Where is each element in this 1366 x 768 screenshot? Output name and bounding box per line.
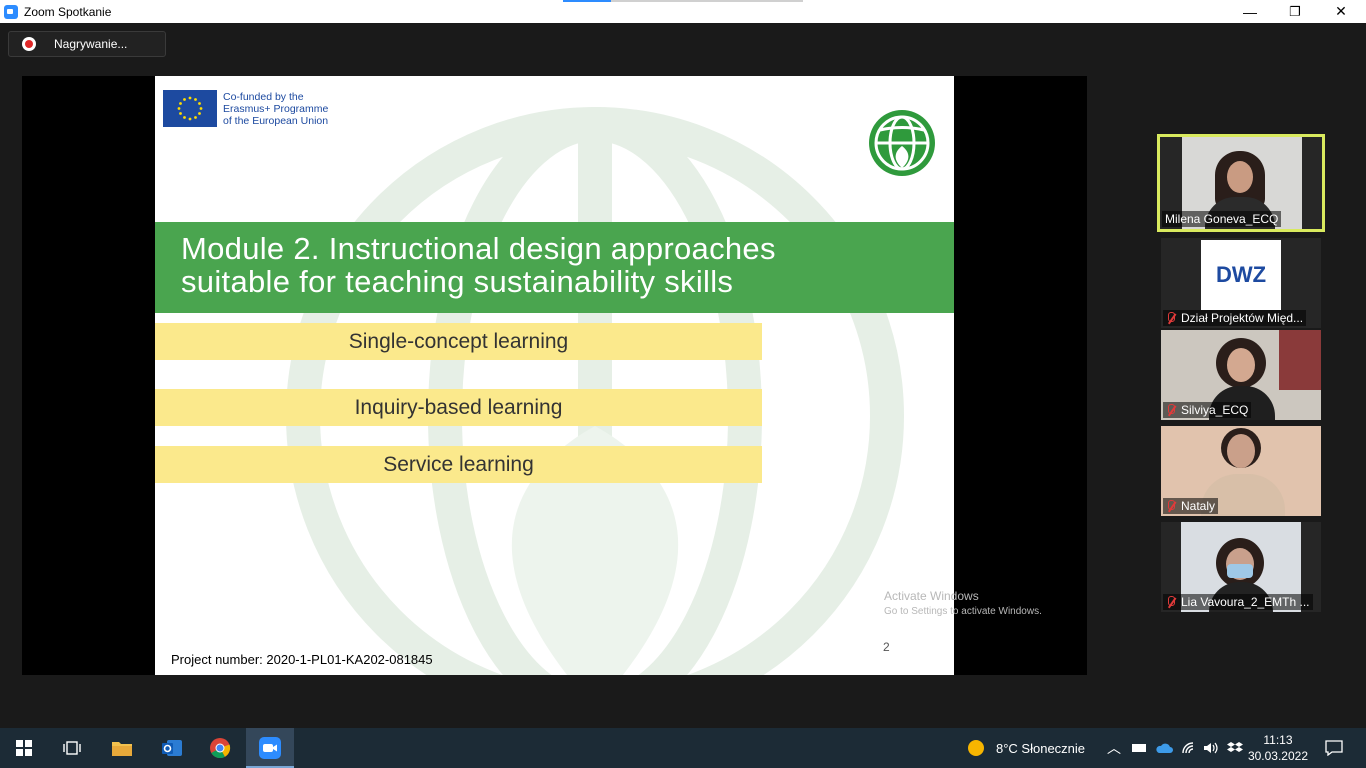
zoom-app-icon bbox=[4, 4, 18, 19]
windows-logo-icon bbox=[16, 740, 32, 756]
mic-muted-icon bbox=[1166, 312, 1176, 324]
zoom-taskbar-button[interactable] bbox=[246, 728, 294, 768]
participant-name: Dział Projektów Międ... bbox=[1163, 310, 1307, 326]
notifications-button[interactable] bbox=[1310, 728, 1358, 768]
project-globe-logo bbox=[869, 110, 935, 176]
restore-button[interactable]: ❐ bbox=[1272, 0, 1318, 23]
eu-text-line2: Erasmus+ Programme bbox=[223, 102, 329, 115]
zoom-icon bbox=[259, 737, 281, 759]
participant-logo: DWZ bbox=[1201, 240, 1281, 310]
eu-text-line1: Co-funded by the bbox=[223, 90, 304, 103]
title-bar: Zoom Spotkanie — ❐ ✕ bbox=[0, 0, 1366, 23]
recording-label: Nagrywanie... bbox=[54, 37, 128, 51]
file-explorer-button[interactable] bbox=[98, 728, 146, 768]
approach-label: Single-concept learning bbox=[348, 330, 569, 353]
activate-windows-watermark: Activate Windows Go to Settings to activ… bbox=[884, 589, 1042, 617]
participant-name: Nataly bbox=[1163, 498, 1219, 514]
activate-line1: Activate Windows bbox=[884, 589, 979, 603]
volume-icon[interactable] bbox=[1203, 741, 1219, 755]
task-view-button[interactable] bbox=[48, 728, 96, 768]
clock-date: 30.03.2022 bbox=[1247, 749, 1308, 763]
outlook-icon bbox=[162, 740, 182, 756]
approach-label: Service learning bbox=[383, 453, 534, 476]
mic-muted-icon bbox=[1166, 596, 1176, 608]
weather-widget[interactable]: 8°C Słonecznie bbox=[966, 728, 1085, 768]
usb-device-icon[interactable] bbox=[1131, 742, 1147, 754]
participant-video-tile[interactable]: Silviya_ECQ bbox=[1161, 330, 1321, 420]
shared-screen: Co-funded by the Erasmus+ Programme of t… bbox=[22, 76, 1087, 675]
approach-label: Inquiry-based learning bbox=[354, 396, 563, 419]
onedrive-cloud-icon[interactable] bbox=[1155, 742, 1173, 754]
participant-video-tile[interactable]: DWZ Dział Projektów Międ... bbox=[1161, 238, 1321, 328]
dropbox-icon[interactable] bbox=[1227, 741, 1243, 755]
face-mask bbox=[1227, 564, 1253, 578]
record-icon bbox=[22, 37, 36, 51]
eu-text-line3: of the European Union bbox=[223, 114, 329, 127]
participant-video-tile[interactable]: Nataly bbox=[1161, 426, 1321, 516]
window-title: Zoom Spotkanie bbox=[24, 4, 112, 19]
notification-icon bbox=[1325, 740, 1343, 756]
participant-face bbox=[1227, 434, 1255, 468]
clock-time: 11:13 bbox=[1263, 733, 1293, 747]
weather-text: 8°C Słonecznie bbox=[996, 740, 1086, 756]
system-tray[interactable]: ︿ bbox=[1107, 728, 1243, 768]
sun-icon bbox=[968, 740, 984, 756]
network-icon[interactable] bbox=[1181, 741, 1197, 755]
globe-watermark bbox=[286, 107, 904, 675]
presentation-slide: Co-funded by the Erasmus+ Programme of t… bbox=[155, 76, 954, 675]
participant-face bbox=[1227, 161, 1253, 193]
participant-face bbox=[1227, 348, 1255, 382]
eu-cofunded-logo: Co-funded by the Erasmus+ Programme of t… bbox=[163, 90, 328, 127]
recording-indicator[interactable]: Nagrywanie... bbox=[8, 31, 166, 57]
project-number: Project number: 2020-1-PL01-KA202-081845 bbox=[171, 652, 433, 667]
participant-name: Milena Goneva_ECQ bbox=[1162, 211, 1282, 227]
top-progress-bar bbox=[563, 0, 803, 2]
outlook-button[interactable] bbox=[148, 728, 196, 768]
participant-video-tile[interactable]: Milena Goneva_ECQ bbox=[1157, 134, 1325, 232]
mic-muted-icon bbox=[1166, 404, 1176, 416]
clock[interactable]: 11:13 30.03.2022 bbox=[1248, 732, 1308, 764]
task-view-icon bbox=[63, 741, 81, 755]
windows-start-button[interactable] bbox=[0, 728, 48, 768]
participant-video-tile[interactable]: Lia Vavoura_2_EMTh ... bbox=[1161, 522, 1321, 612]
close-button[interactable]: ✕ bbox=[1318, 0, 1364, 23]
approach-item: Inquiry-based learning bbox=[155, 389, 762, 426]
mic-muted-icon bbox=[1166, 500, 1176, 512]
background-poster bbox=[1279, 330, 1321, 390]
activate-line2: Go to Settings to activate Windows. bbox=[884, 606, 1042, 617]
windows-taskbar: 8°C Słonecznie ︿ 11:13 30.03.2022 bbox=[0, 728, 1366, 768]
chrome-button[interactable] bbox=[196, 728, 244, 768]
participant-name: Lia Vavoura_2_EMTh ... bbox=[1163, 594, 1313, 610]
minimize-button[interactable]: — bbox=[1227, 0, 1273, 23]
slide-page-number: 2 bbox=[883, 640, 890, 654]
chrome-icon bbox=[210, 738, 231, 759]
participant-name: Silviya_ECQ bbox=[1163, 402, 1252, 418]
eu-flag-icon bbox=[163, 90, 217, 127]
module-title-line2: suitable for teaching sustainability ski… bbox=[181, 264, 734, 299]
module-title-line1: Module 2. Instructional design approache… bbox=[181, 231, 776, 266]
chevron-up-icon[interactable]: ︿ bbox=[1107, 738, 1121, 758]
approach-item: Service learning bbox=[155, 446, 762, 483]
module-title-banner: Module 2. Instructional design approache… bbox=[155, 222, 954, 313]
approach-item: Single-concept learning bbox=[155, 323, 762, 360]
folder-icon bbox=[112, 742, 132, 756]
